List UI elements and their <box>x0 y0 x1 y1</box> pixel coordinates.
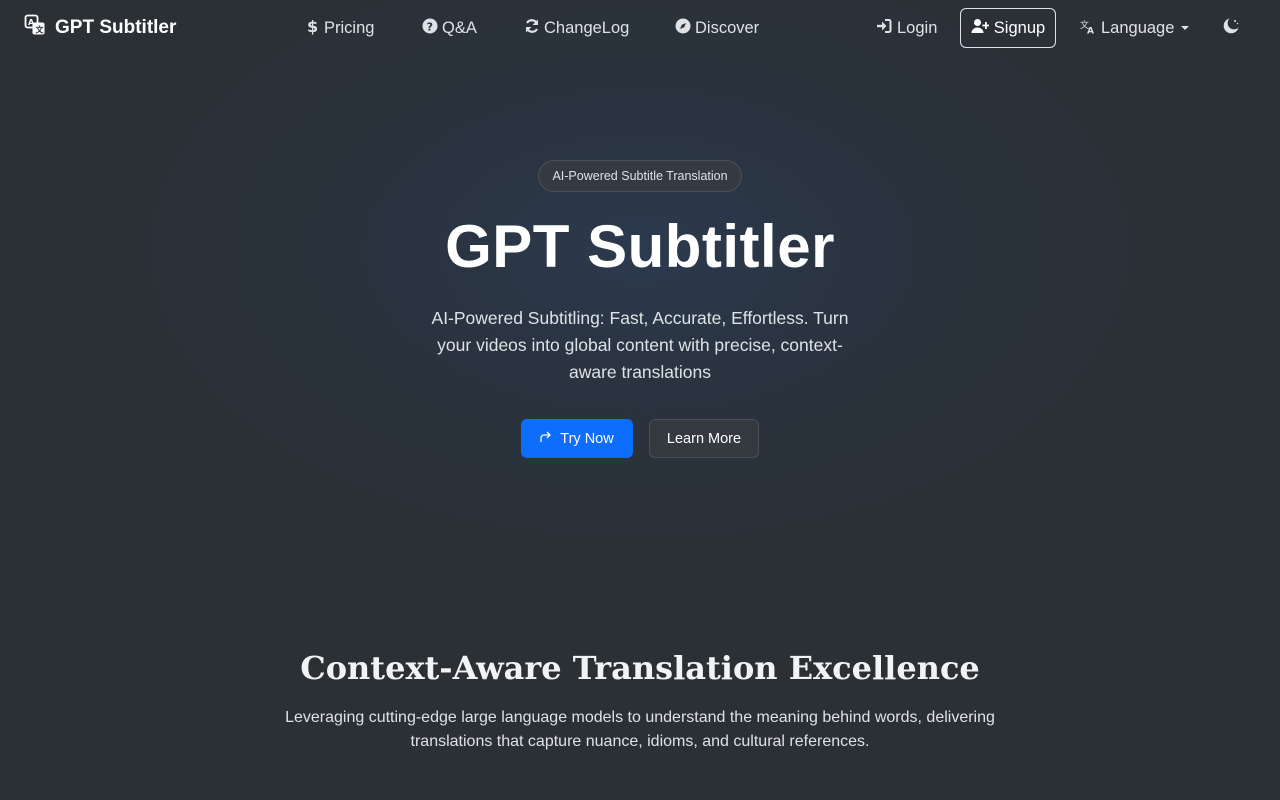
hero: AI-Powered Subtitle Translation GPT Subt… <box>0 160 1280 458</box>
brand[interactable]: A 文 GPT Subtitler <box>24 14 177 42</box>
svg-text:$: $ <box>307 17 318 35</box>
hero-subtitle: AI-Powered Subtitling: Fast, Accurate, E… <box>431 308 849 382</box>
arrow-up-right-icon <box>540 431 552 447</box>
svg-text:?: ? <box>427 20 433 33</box>
nav-changelog[interactable]: ChangeLog <box>524 16 629 40</box>
nav-qa-label: Q&A <box>442 18 477 37</box>
language-dropdown[interactable]: 文 A Language <box>1080 16 1190 40</box>
signup-button[interactable]: Signup <box>960 8 1056 48</box>
refresh-icon <box>524 18 540 39</box>
nav-discover-label: Discover <box>695 18 760 37</box>
hero-title: GPT Subtitler <box>445 213 835 280</box>
nav-pricing[interactable]: $ Pricing <box>306 16 374 40</box>
svg-text:A: A <box>1087 26 1094 34</box>
feature-title: Context-Aware Translation Excellence <box>300 649 980 687</box>
translate-logo-icon: A 文 <box>24 14 46 42</box>
language-label: Language <box>1101 18 1175 37</box>
user-plus-icon <box>971 18 990 39</box>
nav-changelog-label: ChangeLog <box>544 18 630 37</box>
svg-text:A: A <box>28 18 35 27</box>
caret-down-icon <box>1181 26 1190 30</box>
compass-icon <box>675 18 691 39</box>
try-now-label: Try Now <box>560 430 614 447</box>
learn-more-button[interactable]: Learn More <box>649 419 759 458</box>
signup-label: Signup <box>993 18 1046 37</box>
nav-login[interactable]: Login <box>876 16 937 40</box>
brand-name: GPT Subtitler <box>55 17 177 38</box>
theme-toggle[interactable] <box>1222 16 1240 40</box>
question-circle-icon: ? <box>422 18 438 39</box>
hero-buttons: Try Now Learn More <box>521 419 759 458</box>
feature-text: Leveraging cutting-edge large language m… <box>285 709 995 750</box>
nav-discover[interactable]: Discover <box>675 16 759 40</box>
feature-section: Context-Aware Translation Excellence Lev… <box>0 648 1280 754</box>
nav-login-label: Login <box>897 18 938 37</box>
navbar: A 文 GPT Subtitler $ Pricing ? Q&A Change… <box>0 0 1280 56</box>
try-now-button[interactable]: Try Now <box>521 419 633 458</box>
sign-in-icon <box>876 18 892 39</box>
translate-icon: 文 A <box>1080 18 1096 39</box>
nav-pricing-label: Pricing <box>324 18 375 37</box>
svg-text:文: 文 <box>36 25 45 35</box>
nav-qa[interactable]: ? Q&A <box>422 16 477 40</box>
moon-stars-icon <box>1222 17 1240 40</box>
dollar-icon: $ <box>306 17 318 40</box>
hero-badge: AI-Powered Subtitle Translation <box>538 160 742 192</box>
